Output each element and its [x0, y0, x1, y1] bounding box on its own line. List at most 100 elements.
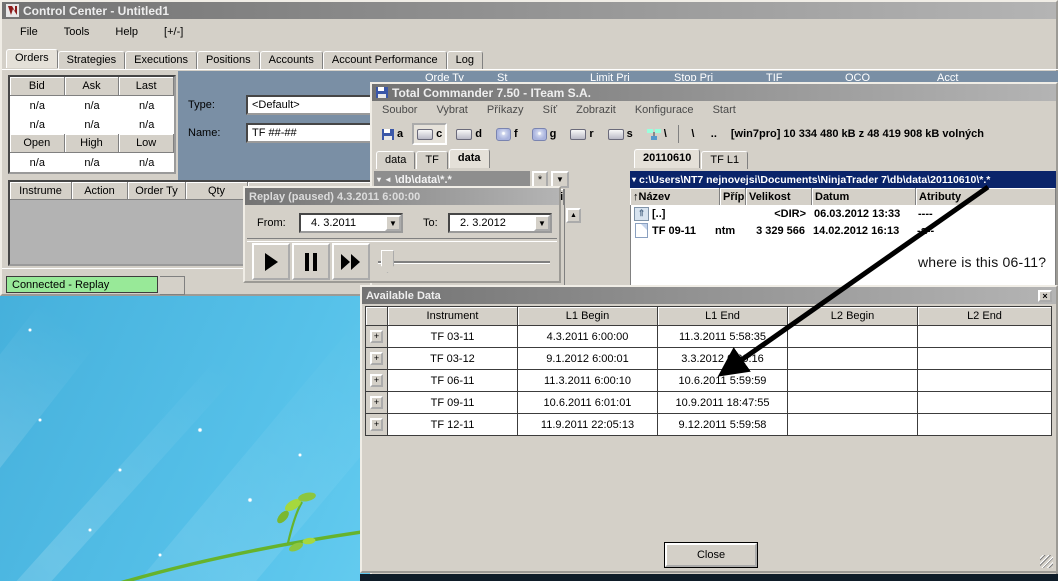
col-qty[interactable]: Qty: [186, 182, 248, 200]
menu-help[interactable]: Help: [113, 24, 140, 40]
tab-strategies[interactable]: Strategies: [57, 51, 126, 69]
resize-grip[interactable]: [1040, 555, 1053, 568]
drive-a-button[interactable]: a: [377, 123, 408, 145]
scroll-up-button[interactable]: ▲: [566, 208, 581, 223]
file-row-up[interactable]: ⇑ [..] <DIR> 06.03.2012 13:33 ----: [631, 205, 1055, 222]
dropdown-arrow-icon[interactable]: ▼: [385, 215, 401, 231]
dropdown-arrow-icon[interactable]: ▾: [632, 175, 636, 184]
type-label: Type:: [188, 99, 215, 111]
harddrive-icon: [570, 128, 587, 140]
expand-button[interactable]: +: [370, 396, 383, 409]
replay-slider-track[interactable]: [378, 261, 550, 264]
table-row: + TF 03-11 4.3.2011 6:00:00 11.3.2011 5:…: [366, 326, 1052, 348]
play-button[interactable]: [252, 243, 290, 280]
tab-positions[interactable]: Positions: [196, 51, 260, 69]
folder-up-icon: ⇑: [634, 206, 649, 221]
replay-transport: [252, 243, 370, 280]
drive-f-button[interactable]: f: [491, 123, 523, 145]
file-row[interactable]: TF 09-11 ntm 3 329 566 14.02.2012 16:13 …: [631, 222, 1055, 239]
fast-forward-button[interactable]: [332, 243, 370, 280]
col-datum[interactable]: Datum: [812, 188, 916, 205]
menu-tools[interactable]: Tools: [62, 24, 92, 40]
drive-info: [win7pro] 10 334 480 kB z 48 419 908 kB …: [730, 128, 984, 140]
parent-dir-button[interactable]: ..: [705, 123, 723, 145]
dropdown-arrow-icon: ▼: [556, 175, 564, 184]
close-icon[interactable]: ×: [1038, 289, 1052, 302]
drive-c-button[interactable]: c: [412, 123, 448, 145]
name-value: TF ##-##: [252, 127, 297, 139]
file-date: 14.02.2012 16:13: [813, 224, 900, 237]
network-drive-button[interactable]: \: [642, 123, 672, 145]
folder-tab-data1[interactable]: data: [376, 151, 416, 169]
from-date-dropdown[interactable]: 4. 3.2011 ▼: [299, 213, 403, 233]
divider: [247, 238, 557, 242]
folder-tab-data2[interactable]: data: [448, 149, 490, 168]
replay-slider-handle[interactable]: [381, 250, 394, 273]
tab-executions[interactable]: Executions: [125, 51, 197, 69]
expand-button[interactable]: +: [370, 352, 383, 365]
drive-r-button[interactable]: r: [565, 123, 598, 145]
open-value: n/a: [29, 156, 45, 169]
expand-button[interactable]: +: [370, 418, 383, 431]
tc-titlebar[interactable]: Total Commander 7.50 - ITeam S.A.: [372, 84, 1056, 101]
drive-g-button[interactable]: g: [527, 123, 562, 145]
drive-s-button[interactable]: s: [603, 123, 638, 145]
left-panel-scrollbar[interactable]: ▲: [564, 189, 582, 285]
col-open: Open: [10, 134, 65, 153]
menu-plusminus[interactable]: [+/-]: [162, 24, 185, 40]
close-button[interactable]: Close: [665, 543, 757, 567]
col-nazev[interactable]: ↑ Název: [630, 188, 720, 205]
plus-icon: +: [373, 397, 380, 407]
divider: [2, 69, 1058, 70]
expand-button[interactable]: +: [370, 330, 383, 343]
control-center-titlebar[interactable]: Control Center - Untitled1: [2, 2, 1056, 19]
cc-menubar: File Tools Help [+/-]: [2, 21, 1056, 43]
col-ask: Ask: [64, 77, 120, 96]
tab-account-performance[interactable]: Account Performance: [322, 51, 447, 69]
pause-button[interactable]: [292, 243, 330, 280]
replay-titlebar[interactable]: Replay (paused) 4.3.2011 6:00:00: [245, 188, 559, 205]
tab-accounts[interactable]: Accounts: [259, 51, 323, 69]
chevron-left-icon[interactable]: ◄: [384, 175, 392, 184]
col-order-type[interactable]: Order Ty: [128, 182, 186, 200]
dropdown-arrow-icon[interactable]: ▼: [534, 215, 550, 231]
fast-forward-icon: [341, 253, 360, 270]
menu-file[interactable]: File: [18, 24, 40, 40]
folder-tab-tf[interactable]: TF: [416, 151, 448, 169]
tab-orders[interactable]: Orders: [6, 49, 58, 68]
cc-tabs: Orders Strategies Executions Positions A…: [6, 48, 483, 69]
dropdown-arrow-icon[interactable]: ▾: [377, 175, 381, 184]
menu-prikazy[interactable]: Příkazy: [485, 102, 526, 118]
to-date-dropdown[interactable]: 2. 3.2012 ▼: [448, 213, 552, 233]
menu-start[interactable]: Start: [711, 102, 738, 118]
type-dropdown[interactable]: <Default>: [246, 95, 374, 115]
col-instrument: Instrument: [388, 307, 518, 326]
tab-log[interactable]: Log: [446, 51, 483, 69]
drive-d-button[interactable]: d: [451, 123, 487, 145]
menu-konfigurace[interactable]: Konfigurace: [633, 102, 696, 118]
available-data-titlebar[interactable]: Available Data ×: [362, 287, 1056, 304]
col-pripona[interactable]: Příp: [720, 188, 746, 205]
col-instrument[interactable]: Instrume: [10, 182, 72, 200]
folder-tab-20110610[interactable]: 20110610: [634, 149, 701, 168]
parent-label: ..: [710, 128, 717, 140]
menu-zobrazit[interactable]: Zobrazit: [574, 102, 618, 118]
from-value: 4. 3.2011: [311, 217, 357, 229]
col-l2-begin: L2 Begin: [788, 307, 918, 326]
name-input[interactable]: TF ##-##: [246, 123, 374, 143]
folder-tab-tf-l1[interactable]: TF L1: [701, 151, 749, 169]
col-action[interactable]: Action: [72, 182, 128, 200]
menu-soubor[interactable]: Soubor: [380, 102, 419, 118]
root-button[interactable]: \: [685, 123, 701, 145]
col-velikost[interactable]: Velikost: [746, 188, 812, 205]
tc-right-pathbar[interactable]: ▾ c:\Users\NT7 nejnovejsi\Documents\Ninj…: [630, 171, 1056, 188]
menu-sit[interactable]: Síť: [541, 102, 560, 118]
status-tab-stub: [160, 276, 185, 295]
col-atributy[interactable]: Atributy: [916, 188, 1056, 205]
file-date: 06.03.2012 13:33: [814, 207, 901, 220]
clipped-col: Orde Ty: [425, 72, 464, 81]
expand-button[interactable]: +: [370, 374, 383, 387]
menu-vybrat[interactable]: Vybrat: [434, 102, 469, 118]
window-title: Control Center - Untitled1: [23, 3, 169, 18]
drive-letter: g: [549, 128, 557, 140]
